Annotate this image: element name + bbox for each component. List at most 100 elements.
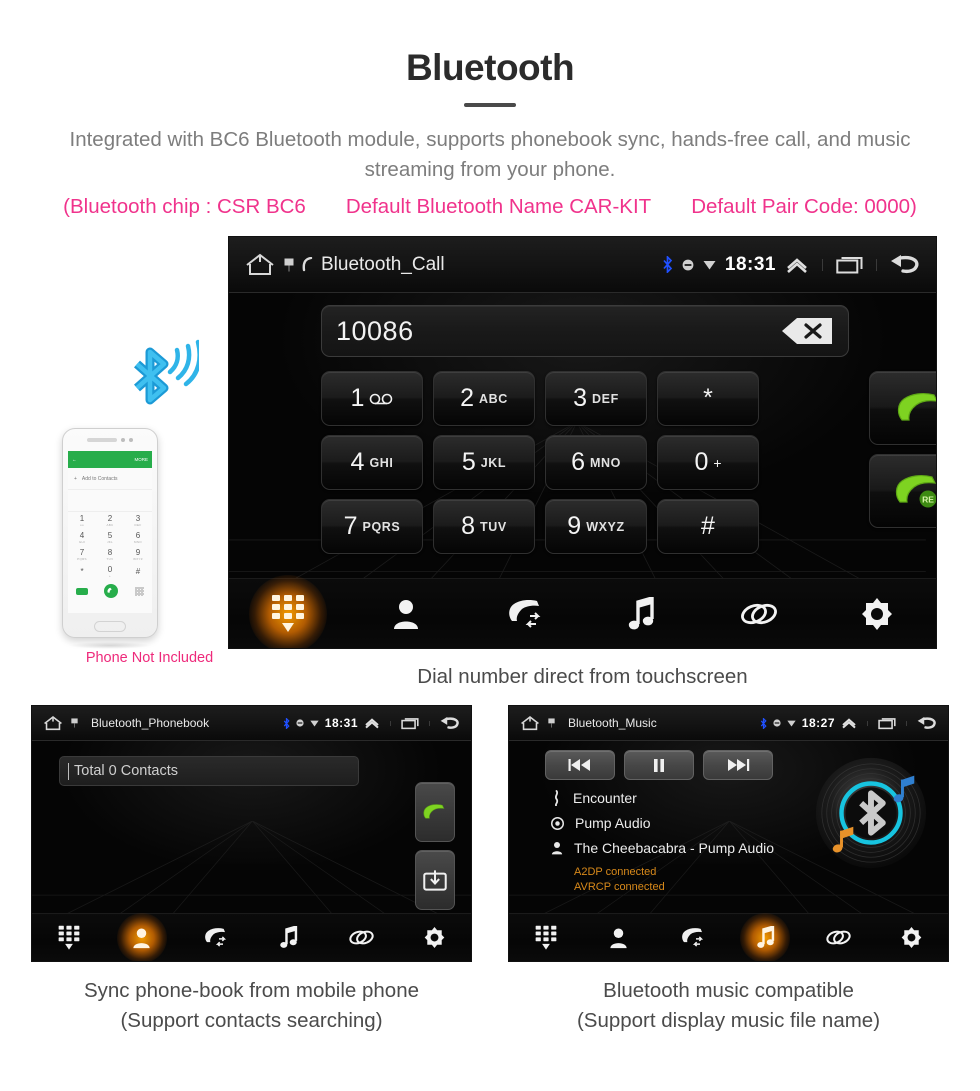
phone-action-row <box>68 580 152 602</box>
phone-key: 7 PQRS <box>68 546 96 563</box>
key-1[interactable]: 1 <box>321 371 423 426</box>
phone-key-digit: 1 <box>79 513 85 523</box>
phone-key: 5 JKL <box>96 529 124 546</box>
screen-title: Bluetooth_Music <box>568 716 657 730</box>
nav-link[interactable] <box>325 914 398 961</box>
back-icon[interactable] <box>890 254 922 276</box>
key-8[interactable]: 8 TUV <box>433 499 535 554</box>
key-digit: 4 <box>350 448 365 476</box>
green-handset-icon <box>897 393 936 421</box>
key-0[interactable]: 0 + <box>657 435 759 490</box>
nav-link[interactable] <box>802 914 875 961</box>
key-3[interactable]: 3 DEF <box>545 371 647 426</box>
phone-not-included-label: Phone Not Included <box>85 650 214 666</box>
phone-key: 4 GHI <box>68 529 96 546</box>
dialpad-icon <box>535 925 556 950</box>
nav-contacts[interactable] <box>105 914 178 961</box>
gear-icon <box>901 927 922 948</box>
spec-bt-name: Default Bluetooth Name CAR-KIT <box>345 195 652 219</box>
music-note-icon <box>756 926 774 948</box>
bottom-nav <box>509 913 948 961</box>
key-2[interactable]: 2 ABC <box>433 371 535 426</box>
key-hash[interactable]: # <box>657 499 759 554</box>
call-button[interactable] <box>415 782 455 842</box>
backspace-icon[interactable] <box>780 316 834 346</box>
music-caption: Bluetooth music compatible (Support disp… <box>508 976 949 1035</box>
avrcp-status: AVRCP connected <box>574 880 665 893</box>
clock: 18:27 <box>801 716 835 730</box>
key-7[interactable]: 7 PQRS <box>321 499 423 554</box>
nav-contacts[interactable] <box>347 579 465 648</box>
chevron-up-icon[interactable] <box>364 717 380 729</box>
bluetooth-call-screen: Bluetooth_Call 18:31 10086 1 2 ABC 3 DEF… <box>228 236 937 649</box>
nav-dialpad[interactable] <box>229 579 347 648</box>
dial-call-button[interactable] <box>869 371 936 445</box>
voicemail-icon <box>370 393 393 404</box>
download-contacts-button[interactable] <box>415 850 455 910</box>
key-9[interactable]: 9 WXYZ <box>545 499 647 554</box>
track-artist: The Cheebacabra - Pump Audio <box>574 840 775 856</box>
dialpad-icon <box>271 594 304 632</box>
key-letters: JKL <box>480 455 507 470</box>
key-star[interactable]: * <box>657 371 759 426</box>
nav-music[interactable] <box>252 914 325 961</box>
nav-call-log[interactable] <box>465 579 583 648</box>
phone-key: # <box>124 563 152 580</box>
status-divider <box>390 720 391 726</box>
nav-contacts[interactable] <box>582 914 655 961</box>
chevron-up-icon[interactable] <box>841 717 857 729</box>
key-digit: * <box>703 384 713 412</box>
key-digit: 1 <box>350 384 365 412</box>
nav-music[interactable] <box>729 914 802 961</box>
chevron-up-icon[interactable] <box>785 256 809 274</box>
nav-call-log[interactable] <box>655 914 728 961</box>
wifi-icon <box>703 261 716 270</box>
status-divider-2 <box>906 720 907 726</box>
key-5[interactable]: 5 JKL <box>433 435 535 490</box>
recents-icon[interactable] <box>401 717 419 730</box>
nav-call-log[interactable] <box>178 914 251 961</box>
phone-number-field <box>68 490 152 512</box>
phone-key-letters: DEF <box>134 522 142 527</box>
link-icon <box>826 930 851 945</box>
clock: 18:31 <box>724 253 776 275</box>
key-4[interactable]: 4 GHI <box>321 435 423 490</box>
home-icon[interactable] <box>42 715 64 732</box>
download-tray-icon <box>423 870 447 891</box>
key-letters: TUV <box>480 519 507 534</box>
pause-button[interactable] <box>624 750 694 780</box>
key-6[interactable]: 6 MNO <box>545 435 647 490</box>
nav-music[interactable] <box>582 579 700 648</box>
key-letters: + <box>713 454 722 471</box>
nav-settings[interactable] <box>818 579 936 648</box>
key-letters: ABC <box>479 391 508 406</box>
recents-icon[interactable] <box>878 717 896 730</box>
nav-link[interactable] <box>700 579 818 648</box>
page-title: Bluetooth <box>405 47 575 88</box>
back-icon[interactable] <box>440 716 461 731</box>
mute-icon <box>296 719 304 727</box>
back-icon[interactable] <box>917 716 938 731</box>
nav-dialpad[interactable] <box>509 914 582 961</box>
page-subtitle: Integrated with BC6 Bluetooth module, su… <box>69 127 911 182</box>
contacts-search-input[interactable]: Total 0 Contacts <box>59 756 359 786</box>
next-track-button[interactable] <box>703 750 773 780</box>
video-call-icon <box>76 587 89 595</box>
phone-camera <box>129 438 133 442</box>
status-divider-2 <box>876 258 877 271</box>
number-input[interactable]: 10086 <box>321 305 849 357</box>
nav-settings[interactable] <box>875 914 948 961</box>
nav-settings[interactable] <box>398 914 471 961</box>
home-icon[interactable] <box>243 252 277 278</box>
recents-icon[interactable] <box>836 255 863 275</box>
home-icon[interactable] <box>519 715 541 732</box>
track-metadata: Encounter Pump Audio The Cheebacabra - P… <box>551 790 774 895</box>
phone-keypad: 1 oo 2 ABC 3 DEF 4 GHI 5 JKL 6 MNO 7 PQRS 8 TUV … <box>68 512 152 580</box>
bottom-nav <box>32 913 471 961</box>
nav-dialpad[interactable] <box>32 914 105 961</box>
music-caption-line1: Bluetooth music compatible <box>603 979 854 1002</box>
spec-pair-code: Default Pair Code: 0000) <box>691 195 917 219</box>
phone-key-digit: 7 <box>79 547 85 557</box>
redial-call-button[interactable]: RE <box>869 454 936 528</box>
previous-track-button[interactable] <box>545 750 615 780</box>
